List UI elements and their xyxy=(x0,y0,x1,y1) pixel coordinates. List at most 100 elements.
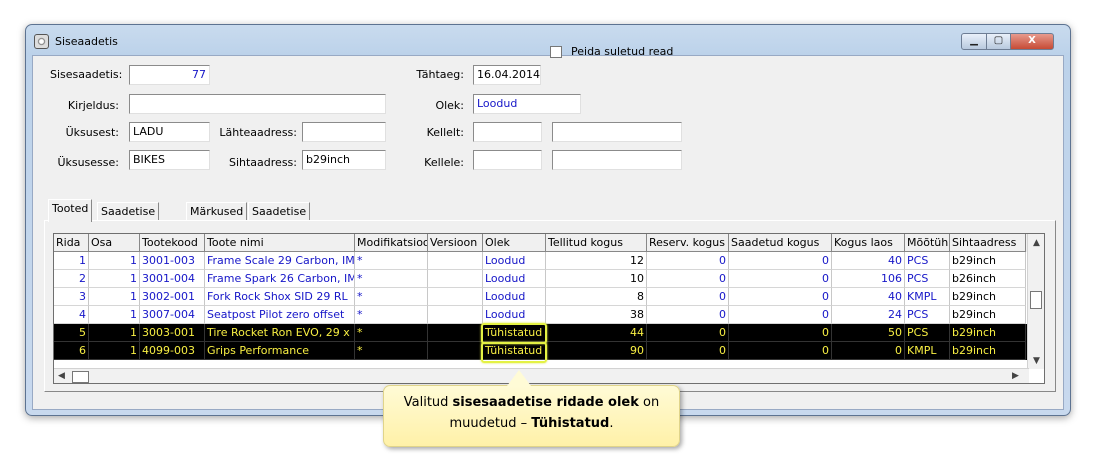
header-toote-nimi[interactable]: Toote nimi xyxy=(205,234,355,252)
sihtaadress-field[interactable]: b29inch xyxy=(302,150,386,170)
cell-versioon[interactable] xyxy=(428,342,483,360)
cell-reserv[interactable]: 0 xyxy=(647,324,729,342)
cell-saadetud[interactable]: 0 xyxy=(729,252,832,270)
header-kogus-laos[interactable]: Kogus laos xyxy=(832,234,905,252)
header-sihtaadress[interactable]: Sihtaadress xyxy=(950,234,1026,252)
olek-field[interactable]: Loodud xyxy=(473,94,581,114)
cell-yhik[interactable]: PCS xyxy=(905,324,950,342)
cell-versioon[interactable] xyxy=(428,306,483,324)
peida-checkbox[interactable] xyxy=(550,46,562,58)
cell-olek[interactable]: Tühistatud xyxy=(483,342,546,360)
kirjeldus-field[interactable] xyxy=(129,94,386,114)
uksusest-field[interactable]: LADU xyxy=(129,122,210,142)
kellelt-name-field[interactable] xyxy=(552,122,682,142)
cell-rida[interactable]: 6 xyxy=(54,342,89,360)
cell-yhik[interactable]: KMPL xyxy=(905,342,950,360)
sisesaadetis-field[interactable]: 77 xyxy=(129,65,210,85)
cell-rida[interactable]: 1 xyxy=(54,252,89,270)
header-versioon[interactable]: Versioon xyxy=(428,234,483,252)
header-olek[interactable]: Olek xyxy=(483,234,546,252)
cell-olek[interactable]: Loodud xyxy=(483,288,546,306)
tahtaeg-field[interactable]: 16.04.2014 xyxy=(473,65,541,85)
cell-nimi[interactable]: Frame Scale 29 Carbon, IMI xyxy=(205,252,355,270)
cell-siht[interactable]: b29inch xyxy=(950,306,1026,324)
cell-nimi[interactable]: Frame Spark 26 Carbon, IM xyxy=(205,270,355,288)
header-reserv[interactable]: Reserv. kogus xyxy=(647,234,729,252)
tab-saadetise-ajalugu[interactable]: Saadetise ajalugu xyxy=(248,202,311,236)
cell-saadetud[interactable]: 0 xyxy=(729,342,832,360)
maximize-button[interactable]: ▢ xyxy=(986,33,1011,50)
cell-rida[interactable]: 3 xyxy=(54,288,89,306)
tab-saadetise-info[interactable]: Saadetise info xyxy=(97,202,160,236)
cell-mod[interactable]: * xyxy=(355,324,428,342)
cell-olek[interactable]: Loodud xyxy=(483,306,546,324)
horizontal-scrollbar[interactable]: ◀ ▶ xyxy=(54,368,1029,383)
cell-osa[interactable]: 1 xyxy=(89,324,140,342)
table-row[interactable]: 2 1 3001-004 Frame Spark 26 Carbon, IM * Lood… xyxy=(54,270,1044,288)
minimize-button[interactable]: ▁ xyxy=(961,33,987,50)
cell-kood[interactable]: 4099-003 xyxy=(140,342,205,360)
cell-osa[interactable]: 1 xyxy=(89,306,140,324)
scroll-right-icon[interactable]: ▶ xyxy=(1012,371,1019,381)
cell-laos[interactable]: 50 xyxy=(832,324,905,342)
uksusesse-field[interactable]: BIKES xyxy=(129,150,210,170)
scroll-down-icon[interactable]: ▼ xyxy=(1033,356,1040,366)
cell-mod[interactable]: * xyxy=(355,306,428,324)
cell-siht[interactable]: b29inch xyxy=(950,252,1026,270)
cell-reserv[interactable]: 0 xyxy=(647,288,729,306)
cell-tellitud[interactable]: 10 xyxy=(546,270,647,288)
cell-mod[interactable]: * xyxy=(355,270,428,288)
scroll-left-icon[interactable]: ◀ xyxy=(58,371,65,381)
vertical-scroll-thumb[interactable] xyxy=(1030,291,1042,309)
cell-mod[interactable]: * xyxy=(355,342,428,360)
cell-laos[interactable]: 24 xyxy=(832,306,905,324)
cell-olek[interactable]: Loodud xyxy=(483,252,546,270)
cell-osa[interactable]: 1 xyxy=(89,270,140,288)
header-modifikatsioon[interactable]: Modifikatsioon xyxy=(355,234,428,252)
tab-markused[interactable]: Märkused xyxy=(186,202,248,222)
cell-versioon[interactable] xyxy=(428,270,483,288)
cell-nimi[interactable]: Tire Rocket Ron EVO, 29 x xyxy=(205,324,355,342)
kellele-name-field[interactable] xyxy=(552,150,682,170)
cell-tellitud[interactable]: 90 xyxy=(546,342,647,360)
cell-saadetud[interactable]: 0 xyxy=(729,288,832,306)
cell-tellitud[interactable]: 12 xyxy=(546,252,647,270)
cell-mod[interactable]: * xyxy=(355,252,428,270)
header-mootyhik[interactable]: Mõõtühik xyxy=(905,234,950,252)
cell-mod[interactable]: * xyxy=(355,288,428,306)
cell-versioon[interactable] xyxy=(428,252,483,270)
cell-saadetud[interactable]: 0 xyxy=(729,306,832,324)
products-grid[interactable]: Rida Osa Tootekood Toote nimi Modifikats… xyxy=(53,233,1045,384)
table-row[interactable]: 5 1 3003-001 Tire Rocket Ron EVO, 29 x * Tühi… xyxy=(54,324,1044,342)
header-tellitud[interactable]: Tellitud kogus xyxy=(546,234,647,252)
cell-versioon[interactable] xyxy=(428,288,483,306)
cell-tellitud[interactable]: 38 xyxy=(546,306,647,324)
cell-rida[interactable]: 5 xyxy=(54,324,89,342)
cell-reserv[interactable]: 0 xyxy=(647,306,729,324)
cell-reserv[interactable]: 0 xyxy=(647,252,729,270)
cell-laos[interactable]: 0 xyxy=(832,342,905,360)
close-button[interactable]: X xyxy=(1010,33,1054,50)
cell-osa[interactable]: 1 xyxy=(89,252,140,270)
header-rida[interactable]: Rida xyxy=(54,234,89,252)
kellelt-code-field[interactable] xyxy=(473,122,542,142)
cell-nimi[interactable]: Fork Rock Shox SID 29 RL xyxy=(205,288,355,306)
cell-saadetud[interactable]: 0 xyxy=(729,270,832,288)
cell-kood[interactable]: 3007-004 xyxy=(140,306,205,324)
cell-siht[interactable]: b29inch xyxy=(950,342,1026,360)
cell-kood[interactable]: 3002-001 xyxy=(140,288,205,306)
header-saadetud[interactable]: Saadetud kogus xyxy=(729,234,832,252)
cell-siht[interactable]: b29inch xyxy=(950,324,1026,342)
cell-nimi[interactable]: Seatpost Pilot zero offset xyxy=(205,306,355,324)
table-row[interactable]: 3 1 3002-001 Fork Rock Shox SID 29 RL * Loodu… xyxy=(54,288,1044,306)
cell-kood[interactable]: 3003-001 xyxy=(140,324,205,342)
cell-laos[interactable]: 106 xyxy=(832,270,905,288)
cell-yhik[interactable]: PCS xyxy=(905,306,950,324)
cell-kood[interactable]: 3001-004 xyxy=(140,270,205,288)
cell-osa[interactable]: 1 xyxy=(89,288,140,306)
cell-siht[interactable]: b26inch xyxy=(950,270,1026,288)
cell-osa[interactable]: 1 xyxy=(89,342,140,360)
table-row[interactable]: 4 1 3007-004 Seatpost Pilot zero offset * Loo… xyxy=(54,306,1044,324)
cell-rida[interactable]: 2 xyxy=(54,270,89,288)
tab-tooted[interactable]: Tooted xyxy=(48,199,93,222)
